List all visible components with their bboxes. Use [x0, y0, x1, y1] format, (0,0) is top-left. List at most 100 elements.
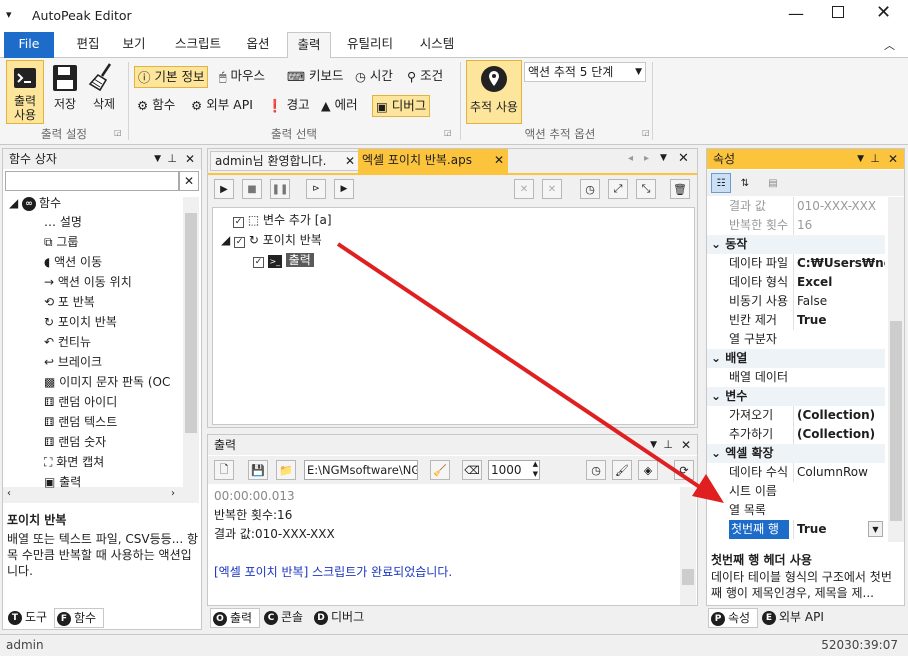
- collapse-button[interactable]: ⤡: [636, 179, 656, 199]
- panel-menu-icon[interactable]: ▼: [650, 435, 657, 455]
- collapse-ribbon-icon[interactable]: ︿: [884, 37, 895, 53]
- property-row[interactable]: 빈칸 제거 True: [707, 311, 885, 330]
- tab-debug[interactable]: D 디버그: [312, 608, 364, 628]
- tab-view[interactable]: 보기: [114, 32, 154, 58]
- alphabetical-button[interactable]: ⇅: [735, 173, 755, 193]
- option-debug[interactable]: ▣ 디버그: [372, 95, 431, 117]
- tab-utility[interactable]: 유틸리티: [338, 32, 402, 58]
- property-row[interactable]: 데이타 파일 C:₩Users₩ngma: [707, 254, 885, 273]
- open-folder-button[interactable]: 📁: [276, 460, 296, 480]
- pin-icon[interactable]: ⊥: [663, 435, 673, 455]
- function-item[interactable]: ◖ 액션 이동: [44, 252, 180, 272]
- max-lines-stepper[interactable]: 1000 ▲ ▼: [488, 460, 540, 480]
- tab-edit[interactable]: 편집: [68, 32, 108, 58]
- option-condition[interactable]: ⚲ 조건: [404, 66, 446, 88]
- property-row[interactable]: 시트 이름: [707, 482, 885, 501]
- option-warning[interactable]: ❗ 경고: [264, 95, 313, 117]
- property-value[interactable]: ColumnRow: [793, 463, 885, 482]
- property-category[interactable]: ⌄ 엑셀 확장: [707, 444, 885, 463]
- property-value[interactable]: True: [793, 311, 885, 330]
- minimize-icon[interactable]: —: [788, 4, 804, 23]
- property-value[interactable]: False: [793, 292, 885, 311]
- save-log-button[interactable]: 💾: [248, 460, 268, 480]
- option-function[interactable]: ⚙ 함수: [134, 95, 178, 117]
- property-row[interactable]: 열 목록: [707, 501, 885, 520]
- tab-list-icon[interactable]: ▼: [660, 153, 667, 163]
- step-button[interactable]: ⊳: [306, 179, 326, 199]
- function-item[interactable]: ⚅ 랜덤 아이디: [44, 392, 180, 412]
- chevron-down-icon[interactable]: ▼: [868, 521, 883, 537]
- property-row[interactable]: 배열 데이터: [707, 368, 885, 387]
- function-item[interactable]: ↶ 컨티뉴: [44, 332, 180, 352]
- tab-options[interactable]: 옵션: [238, 32, 278, 58]
- clear-broom-button[interactable]: 🧹: [430, 460, 450, 480]
- function-item[interactable]: ⚅ 랜덤 텍스트: [44, 412, 180, 432]
- function-item[interactable]: ⛶ 화면 캡쳐: [44, 452, 180, 472]
- panel-close-icon[interactable]: ✕: [681, 435, 691, 455]
- clock-button[interactable]: ◷: [586, 460, 606, 480]
- tab-prev-icon[interactable]: ◂: [628, 153, 633, 164]
- property-row[interactable]: 데이타 수식 ColumnRow: [707, 463, 885, 482]
- search-input[interactable]: [5, 171, 179, 191]
- delete-button[interactable]: 삭제: [86, 60, 122, 111]
- property-value[interactable]: Excel: [793, 273, 885, 292]
- expand-button[interactable]: ⤢: [608, 179, 628, 199]
- option-external-api[interactable]: ⚙ 외부 API: [188, 95, 256, 117]
- option-basic-info[interactable]: ⓘ 기본 정보: [134, 66, 209, 88]
- chevron-down-icon[interactable]: ⌄: [711, 351, 725, 365]
- panel-menu-icon[interactable]: ▼: [857, 149, 864, 169]
- panel-close-icon[interactable]: ✕: [185, 149, 195, 169]
- option-mouse[interactable]: 🖱 마우스: [216, 66, 268, 88]
- tab-console[interactable]: C 콘솔: [262, 608, 303, 628]
- tab-output-log[interactable]: O 출력: [210, 608, 260, 628]
- function-root[interactable]: ◢ ∞ 함수: [9, 193, 61, 213]
- close-icon[interactable]: ✕: [876, 2, 891, 23]
- clear-search-icon[interactable]: ✕: [179, 171, 199, 191]
- function-item[interactable]: ⟲ 포 반복: [44, 292, 180, 312]
- chevron-down-icon[interactable]: ⌄: [711, 446, 725, 460]
- disabled-close-button[interactable]: ✕: [514, 179, 534, 199]
- print-use-button[interactable]: 출력 사용: [6, 60, 44, 124]
- function-item[interactable]: ↻ 포이치 반복: [44, 312, 180, 332]
- function-item[interactable]: ▣ 출력: [44, 472, 180, 492]
- file-tab[interactable]: File: [4, 32, 54, 58]
- tree-node-foreach[interactable]: ◢ ✓ ↻ 포이치 반복: [221, 230, 322, 250]
- dialog-launcher-icon[interactable]: ◲: [444, 128, 452, 137]
- option-time[interactable]: ◷ 시간: [352, 66, 396, 88]
- stepper-arrows-icon[interactable]: ▲ ▼: [533, 459, 538, 479]
- chevron-down-icon[interactable]: ⌄: [711, 389, 725, 403]
- tab-active-script[interactable]: 엑셀 포이치 반복.aps ✕: [358, 149, 508, 173]
- tab-external-api[interactable]: E 외부 API: [760, 608, 824, 628]
- function-item[interactable]: → 액션 이동 위치: [44, 272, 180, 292]
- menu-chevron-icon[interactable]: ▾: [6, 8, 12, 21]
- property-row[interactable]: 비동기 사용 False: [707, 292, 885, 311]
- property-category[interactable]: ⌄ 동작: [707, 235, 885, 254]
- dialog-launcher-icon[interactable]: ◲: [642, 128, 650, 137]
- scroll-left-icon[interactable]: ‹: [7, 488, 11, 499]
- tab-close-icon[interactable]: ✕: [494, 149, 504, 171]
- property-row[interactable]: 반복한 횟수 16: [707, 216, 885, 235]
- editor-close-icon[interactable]: ✕: [678, 151, 689, 166]
- property-category[interactable]: ⌄ 변수: [707, 387, 885, 406]
- timer-button[interactable]: ◷: [580, 179, 600, 199]
- disabled-close-all-button[interactable]: ✕: [542, 179, 562, 199]
- tab-close-icon[interactable]: ✕: [345, 152, 355, 170]
- pin-icon[interactable]: ⊥: [870, 149, 880, 169]
- function-item[interactable]: ↩ 브레이크: [44, 352, 180, 372]
- tab-system[interactable]: 시스템: [412, 32, 462, 58]
- property-value[interactable]: 16: [793, 216, 885, 235]
- tree-node-var-add[interactable]: ✓ ⬚ 변수 추가 [a]: [233, 210, 332, 230]
- property-value[interactable]: 010-XXX-XXX: [793, 197, 885, 216]
- property-value[interactable]: C:₩Users₩ngma: [793, 254, 885, 273]
- tab-next-icon[interactable]: ▸: [644, 153, 649, 164]
- scrollbar[interactable]: [680, 487, 696, 605]
- stop-button[interactable]: ■: [242, 179, 262, 199]
- property-row[interactable]: 첫번째 행 True ▼: [707, 520, 885, 539]
- save-button[interactable]: 저장: [48, 60, 82, 111]
- tab-tools[interactable]: T 도구: [6, 608, 47, 628]
- tab-output[interactable]: 출력: [287, 32, 331, 59]
- function-item[interactable]: ▩ 이미지 문자 판독 (OC: [44, 372, 180, 392]
- categorized-button[interactable]: ☷: [711, 173, 731, 193]
- property-row[interactable]: 열 구분자: [707, 330, 885, 349]
- pin-icon[interactable]: ⊥: [167, 149, 177, 169]
